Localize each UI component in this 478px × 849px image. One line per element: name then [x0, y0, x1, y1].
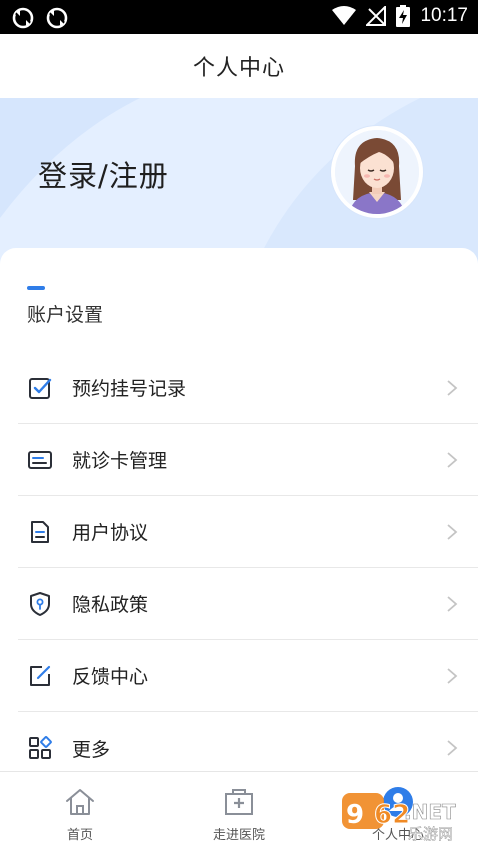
chevron-right-icon	[447, 380, 458, 396]
wifi-icon	[332, 6, 357, 25]
battery-charging-icon	[396, 5, 411, 27]
nav-label: 首页	[66, 828, 93, 843]
chevron-right-icon	[447, 452, 458, 468]
status-bar: 10:17	[0, 0, 478, 34]
account-settings-card: 账户设置 预约挂号记录 就诊卡管理 用户协议 隐私政策 反馈中心 更多	[0, 248, 478, 772]
checklist-icon	[29, 378, 52, 399]
nav-tab-hospital[interactable]: 走进医院	[159, 772, 319, 849]
page-title: 个人中心	[192, 56, 285, 81]
shield-icon	[30, 592, 50, 616]
section-title: 账户设置	[27, 304, 104, 326]
grid-icon	[29, 736, 52, 759]
menu-item-label: 反馈中心	[72, 666, 149, 688]
chevron-right-icon	[447, 596, 458, 612]
menu-item-label: 隐私政策	[72, 594, 149, 616]
status-time: 10:17	[420, 5, 468, 26]
svg-text:.NET: .NET	[404, 800, 456, 824]
settings-menu: 预约挂号记录 就诊卡管理 用户协议 隐私政策 反馈中心 更多	[18, 352, 478, 784]
nav-label: 走进医院	[212, 828, 265, 843]
menu-item-card-management[interactable]: 就诊卡管理	[18, 424, 478, 496]
edit-icon	[30, 665, 51, 686]
menu-item-appointment-records[interactable]: 预约挂号记录	[18, 352, 478, 424]
avatar-girl-icon	[335, 130, 419, 214]
menu-item-label: 预约挂号记录	[72, 378, 187, 400]
menu-item-label: 更多	[72, 738, 111, 761]
chevron-right-icon	[447, 524, 458, 540]
card-icon	[28, 451, 52, 469]
svg-text:9: 9	[346, 800, 364, 830]
menu-item-user-agreement[interactable]: 用户协议	[18, 496, 478, 568]
nav-tab-home[interactable]: 首页	[0, 772, 160, 849]
no-signal-icon	[366, 6, 387, 26]
menu-item-label: 就诊卡管理	[72, 450, 168, 472]
menu-item-privacy-policy[interactable]: 隐私政策	[18, 568, 478, 640]
hospital-icon	[225, 789, 253, 815]
sync-icon	[12, 7, 34, 29]
menu-item-feedback[interactable]: 反馈中心	[18, 640, 478, 712]
login-register-link[interactable]: 登录/注册	[38, 153, 169, 195]
chevron-right-icon	[447, 740, 458, 756]
document-icon	[31, 521, 49, 543]
site-watermark-logo: 9 62 .NET 乐游网	[342, 793, 456, 843]
section-accent-bar	[27, 286, 45, 290]
sync-icon	[46, 7, 68, 29]
header: 个人中心	[0, 34, 478, 98]
chevron-right-icon	[447, 668, 458, 684]
svg-text:乐游网: 乐游网	[408, 825, 453, 843]
menu-item-label: 用户协议	[72, 522, 149, 544]
home-icon	[66, 789, 94, 815]
avatar[interactable]	[331, 126, 423, 218]
